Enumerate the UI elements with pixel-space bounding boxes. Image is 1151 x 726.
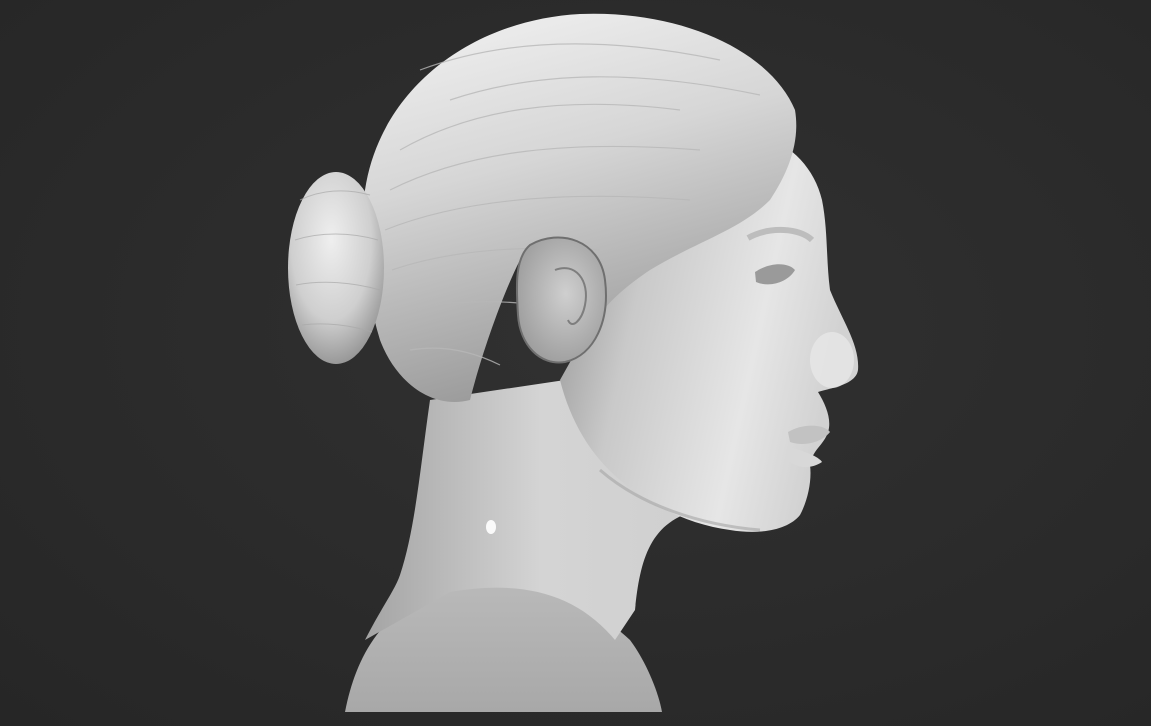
ear [515,236,607,364]
bust-render [288,13,859,712]
render-viewport [0,0,1151,726]
nose-highlight [810,332,854,388]
neck-highlight [486,520,496,534]
hair-bun [288,172,384,364]
